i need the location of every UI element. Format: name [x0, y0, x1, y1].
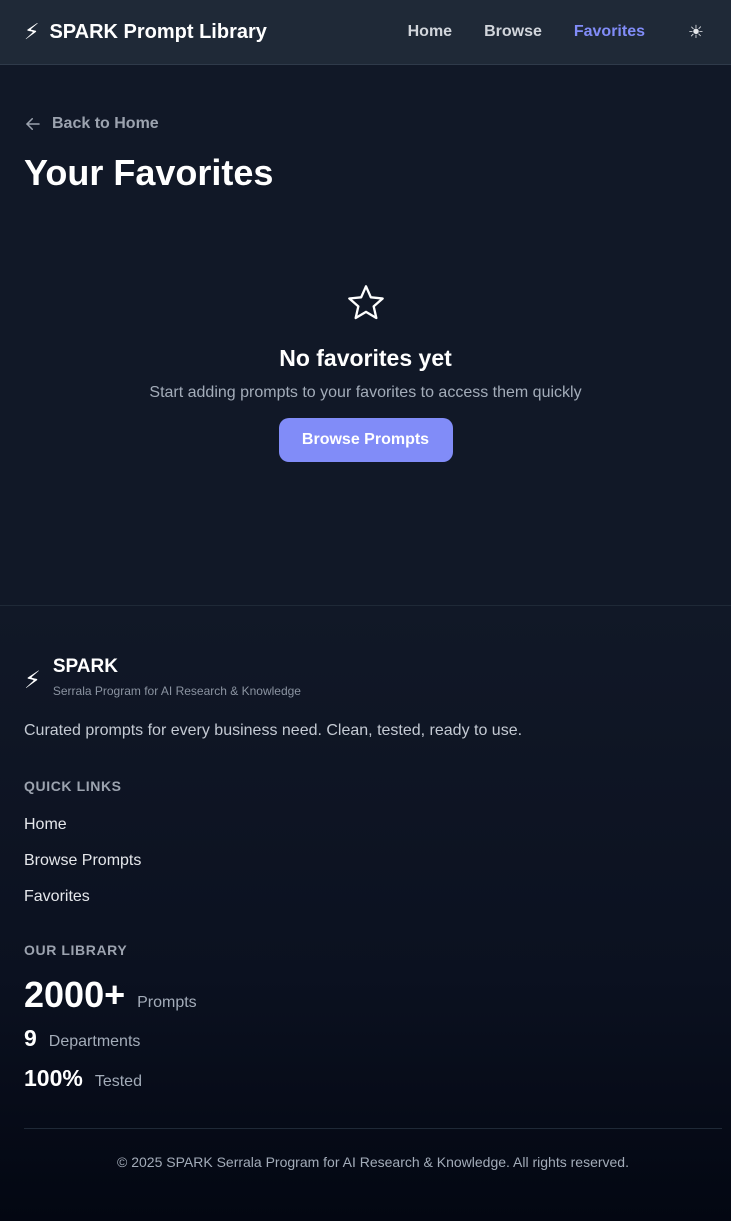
- nav-home[interactable]: Home: [408, 23, 452, 41]
- theme-toggle-button[interactable]: ☀︎: [685, 21, 707, 43]
- star-outline-icon: [346, 283, 386, 323]
- lightning-bolt-icon: ⚡︎: [24, 667, 41, 694]
- lightning-bolt-icon: ⚡︎: [24, 19, 40, 44]
- empty-state-title: No favorites yet: [279, 345, 452, 371]
- empty-state: No favorites yet Start adding prompts to…: [0, 283, 731, 462]
- footer-brand: ⚡︎ SPARK Serrala Program for AI Research…: [24, 656, 301, 698]
- brand[interactable]: ⚡︎ SPARK Prompt Library: [24, 21, 267, 44]
- library-heading: OUR LIBRARY: [24, 942, 128, 958]
- quick-links-list: Home Browse Prompts Favorites: [24, 814, 141, 922]
- footer-divider: [24, 1128, 722, 1129]
- stat-label: Prompts: [137, 994, 197, 1011]
- main-nav: Home Browse Favorites ☀︎: [376, 21, 707, 43]
- sun-icon: ☀︎: [687, 21, 705, 42]
- browse-prompts-button[interactable]: Browse Prompts: [278, 418, 453, 462]
- empty-state-subtitle: Start adding prompts to your favorites t…: [149, 384, 582, 401]
- stat-tested: 100% Tested: [24, 1065, 142, 1092]
- page-title: Your Favorites: [24, 152, 274, 193]
- footer-link-favorites[interactable]: Favorites: [24, 886, 141, 922]
- footer: ⚡︎ SPARK Serrala Program for AI Research…: [0, 605, 731, 1221]
- copyright-text: © 2025 SPARK Serrala Program for AI Rese…: [117, 1154, 629, 1170]
- quick-links-heading: QUICK LINKS: [24, 778, 122, 794]
- stat-label: Tested: [94, 1073, 142, 1090]
- footer-description: Curated prompts for every business need.…: [24, 722, 523, 739]
- nav-browse[interactable]: Browse: [484, 23, 542, 41]
- stat-value: 9: [24, 1025, 37, 1051]
- top-nav-bar: ⚡︎ SPARK Prompt Library Home Browse Favo…: [0, 0, 731, 65]
- back-link-label: Back to Home: [52, 115, 159, 132]
- stat-value: 100%: [24, 1065, 83, 1091]
- footer-link-browse-prompts[interactable]: Browse Prompts: [24, 850, 141, 886]
- footer-link-home[interactable]: Home: [24, 814, 141, 850]
- stat-departments: 9 Departments: [24, 1025, 140, 1052]
- nav-favorites[interactable]: Favorites: [574, 23, 645, 41]
- footer-brand-name: SPARK: [52, 656, 118, 677]
- stat-prompts: 2000+ Prompts: [24, 974, 197, 1016]
- arrow-left-icon: [26, 118, 40, 130]
- brand-title: SPARK Prompt Library: [49, 20, 267, 43]
- main-content: Back to Home Your Favorites No favorites…: [0, 65, 731, 605]
- stat-label: Departments: [48, 1033, 141, 1050]
- back-to-home-link[interactable]: Back to Home: [24, 115, 159, 133]
- footer-brand-tagline: Serrala Program for AI Research & Knowle…: [52, 684, 301, 698]
- stat-value: 2000+: [24, 974, 126, 1015]
